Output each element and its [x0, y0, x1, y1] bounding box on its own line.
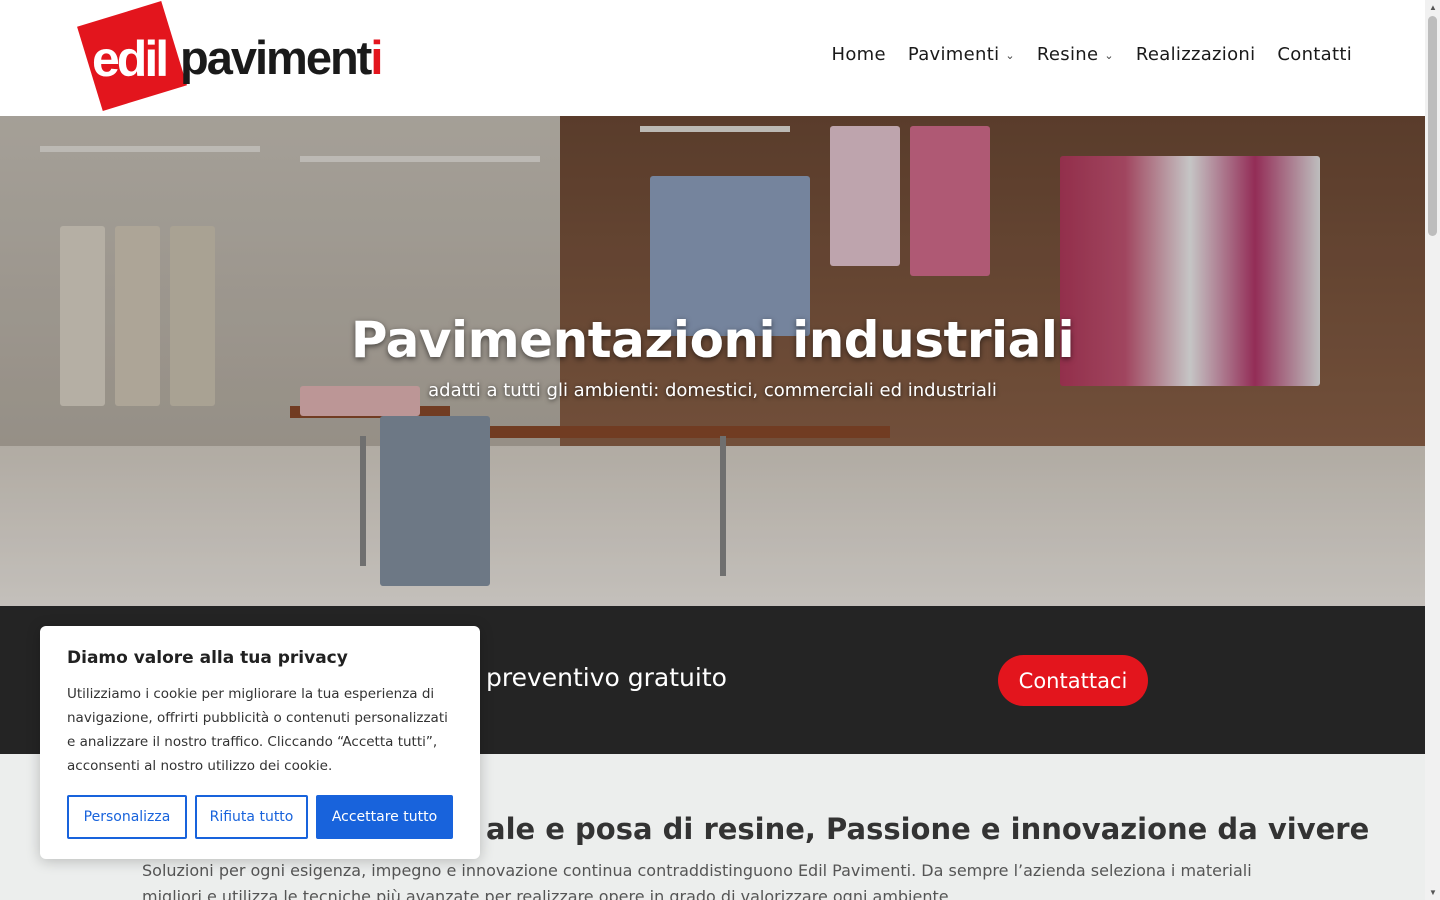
hero-subtitle: adatti a tutti gli ambienti: domestici, …: [428, 380, 997, 401]
nav-item-pavimenti[interactable]: Pavimenti ⌄: [908, 44, 1015, 65]
customize-button[interactable]: Personalizza: [67, 795, 187, 839]
accept-all-button[interactable]: Accettare tutto: [316, 795, 453, 839]
logo-pavimenti-text: pavimenti: [180, 31, 383, 84]
cookie-title: Diamo valore alla tua privacy: [67, 648, 348, 668]
page-scrollbar[interactable]: ▲ ▼: [1425, 0, 1440, 900]
site-header: edil pavimenti Home Pavimenti ⌄ Resine ⌄ R…: [0, 0, 1425, 116]
logo[interactable]: edil pavimenti: [77, 1, 383, 114]
reject-all-button[interactable]: Rifiuta tutto: [195, 795, 308, 839]
main-nav: Home Pavimenti ⌄ Resine ⌄ Realizzazioni Co…: [832, 44, 1352, 65]
scroll-thumb[interactable]: [1428, 16, 1437, 236]
nav-item-home[interactable]: Home: [832, 44, 886, 65]
scroll-down-arrow-icon[interactable]: ▼: [1429, 888, 1437, 897]
chevron-down-icon: ⌄: [1005, 49, 1015, 62]
content-paragraph: Soluzioni per ogni esigenza, impegno e i…: [142, 861, 1252, 900]
cookie-text: Utilizziamo i cookie per migliorare la t…: [67, 686, 448, 774]
nav-item-realizzazioni[interactable]: Realizzazioni: [1136, 44, 1256, 65]
chevron-down-icon: ⌄: [1104, 49, 1114, 62]
logo-edil-text: edil: [92, 31, 169, 87]
hero-title: Pavimentazioni industriali: [350, 311, 1075, 369]
scroll-up-arrow-icon[interactable]: ▲: [1429, 3, 1437, 12]
hero-banner: Pavimentazioni industriali adatti a tutt…: [0, 116, 1425, 606]
cta-text: preventivo gratuito: [486, 663, 727, 692]
nav-item-resine[interactable]: Resine ⌄: [1037, 44, 1114, 65]
content-title: ale e posa di resine, Passione e innovaz…: [486, 812, 1370, 846]
contact-button[interactable]: Contattaci: [998, 655, 1148, 706]
nav-item-contatti[interactable]: Contatti: [1277, 44, 1352, 65]
cookie-consent-modal: Diamo valore alla tua privacy Utilizziam…: [40, 626, 480, 859]
